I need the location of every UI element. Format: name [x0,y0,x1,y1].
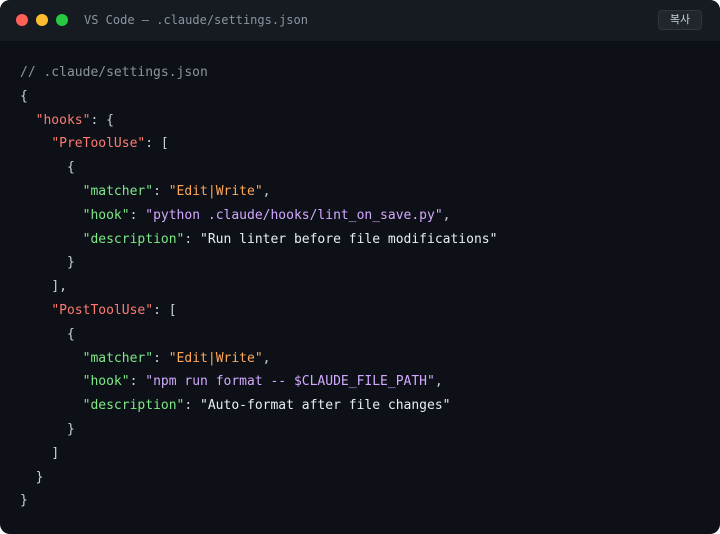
title-bar: VS Code — .claude/settings.json 복사 [0,0,720,41]
json-key: "matcher" [82,350,154,366]
json-string: "Edit|Write" [168,350,263,366]
punctuation: , [434,374,443,390]
json-string: "Run linter before file modifications" [200,231,498,247]
brace: } [20,493,28,509]
code-line: "description": "Auto-format after file c… [20,394,497,418]
code-line: "hook": "python .claude/hooks/lint_on_sa… [20,204,497,228]
code-line: "matcher": "Edit|Write", [20,180,497,204]
code-line: } [20,418,497,442]
punctuation: : [ [145,136,169,152]
code-line: { [20,156,497,180]
code-line: "PostToolUse": [ [20,299,497,323]
code-line: ], [20,275,497,299]
comment: // .claude/settings.json [20,65,208,80]
json-key: "hooks" [35,112,91,128]
brace: { [66,326,75,342]
code-line: // .claude/settings.json [20,61,497,85]
punctuation: : [184,231,201,247]
code-line: "matcher": "Edit|Write", [20,347,497,371]
punctuation: : [153,183,169,199]
copy-button[interactable]: 복사 [658,10,702,30]
code-line: } [20,251,497,275]
json-string: "Edit|Write" [168,183,263,199]
json-key: "description" [82,398,185,414]
brace: } [66,255,75,271]
brace: } [66,421,75,437]
json-key: "PreToolUse" [51,136,146,152]
code-line: { [20,323,497,347]
json-string: "python .claude/hooks/lint_on_save.py" [145,207,443,223]
brace: { [20,88,28,104]
punctuation: : [153,350,169,366]
code-line: } [20,466,497,490]
bracket: ] [51,445,60,461]
punctuation: , [262,183,271,199]
code-line: } [20,489,497,513]
code-line: "hooks": { [20,109,497,133]
window-title: VS Code — .claude/settings.json [84,13,308,27]
close-window-icon[interactable] [16,14,28,26]
code-line: { [20,85,497,109]
punctuation: : [129,207,146,223]
brace: } [35,469,44,485]
json-key: "hook" [82,374,130,390]
punctuation: , [442,207,451,223]
json-key: "description" [82,231,185,247]
punctuation: : [184,398,201,414]
code-block[interactable]: // .claude/settings.json { "hooks": { "P… [20,61,497,513]
maximize-window-icon[interactable] [56,14,68,26]
code-line: "hook": "npm run format -- $CLAUDE_FILE_… [20,370,497,394]
punctuation: : { [90,112,114,128]
minimize-window-icon[interactable] [36,14,48,26]
punctuation: : [ [153,302,177,318]
brace: { [66,160,75,176]
json-key: "hook" [82,207,130,223]
punctuation: , [262,350,271,366]
code-line: ] [20,442,497,466]
json-key: "matcher" [82,183,154,199]
json-string: "npm run format -- $CLAUDE_FILE_PATH" [145,374,435,390]
code-line: "PreToolUse": [ [20,132,497,156]
code-line: "description": "Run linter before file m… [20,228,498,252]
punctuation: : [129,374,146,390]
bracket: ], [51,279,67,295]
json-key: "PostToolUse" [51,302,154,318]
json-string: "Auto-format after file changes" [200,398,451,414]
editor-window: VS Code — .claude/settings.json 복사 // .c… [0,0,720,534]
